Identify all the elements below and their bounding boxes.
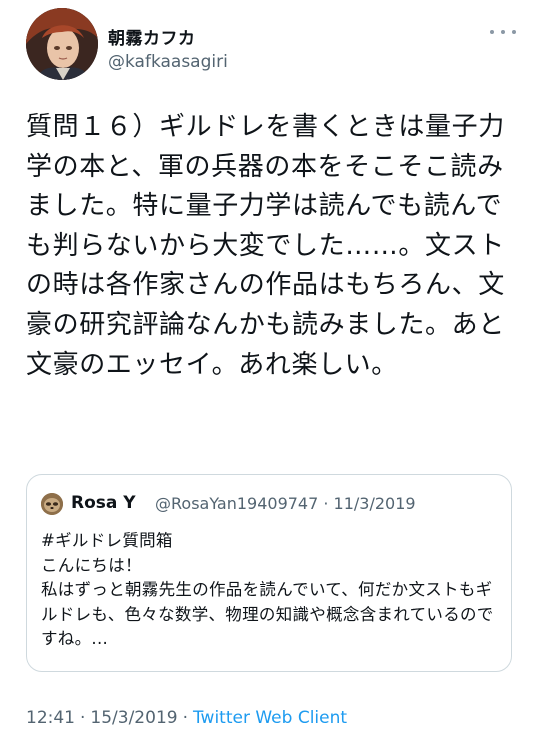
tweet-card: 朝霧カフカ @kafkaasagiri 質問１６）ギルドレを書くときは量子力学の… [0,0,540,738]
tweet-date[interactable]: 15/3/2019 [90,708,177,728]
author-handle[interactable]: @kafkaasagiri [108,52,228,72]
quoted-tweet[interactable]: Rosa Y @RosaYan19409747 · 11/3/2019 #ギルド… [26,474,512,672]
tweet-footer: 12:41 · 15/3/2019 · Twitter Web Client [26,708,347,728]
tweet-text: 質問１６）ギルドレを書くときは量子力学の本と、軍の兵器の本をそこそこ読みました。… [26,112,505,380]
more-dot [512,30,516,34]
author-avatar[interactable] [26,8,98,80]
tweet-header: 朝霧カフカ @kafkaasagiri [26,8,516,88]
more-dot [490,30,494,34]
more-dot [501,30,505,34]
footer-separator: · [182,708,188,728]
quoted-author-meta[interactable]: @RosaYan19409747 · 11/3/2019 [155,494,416,513]
tweet-time[interactable]: 12:41 [26,708,75,728]
tweet-client-link[interactable]: Twitter Web Client [193,708,347,728]
more-dots-icon[interactable] [490,24,516,40]
footer-separator: · [80,708,86,728]
quoted-author-name[interactable]: Rosa Y [71,493,136,513]
quoted-tweet-text: #ギルドレ質問箱 こんにちは！ 私はずっと朝霧先生の作品を読んでいて、何だか文ス… [41,531,494,648]
quoted-author-avatar[interactable] [41,493,63,515]
author-display-name[interactable]: 朝霧カフカ [108,24,196,49]
